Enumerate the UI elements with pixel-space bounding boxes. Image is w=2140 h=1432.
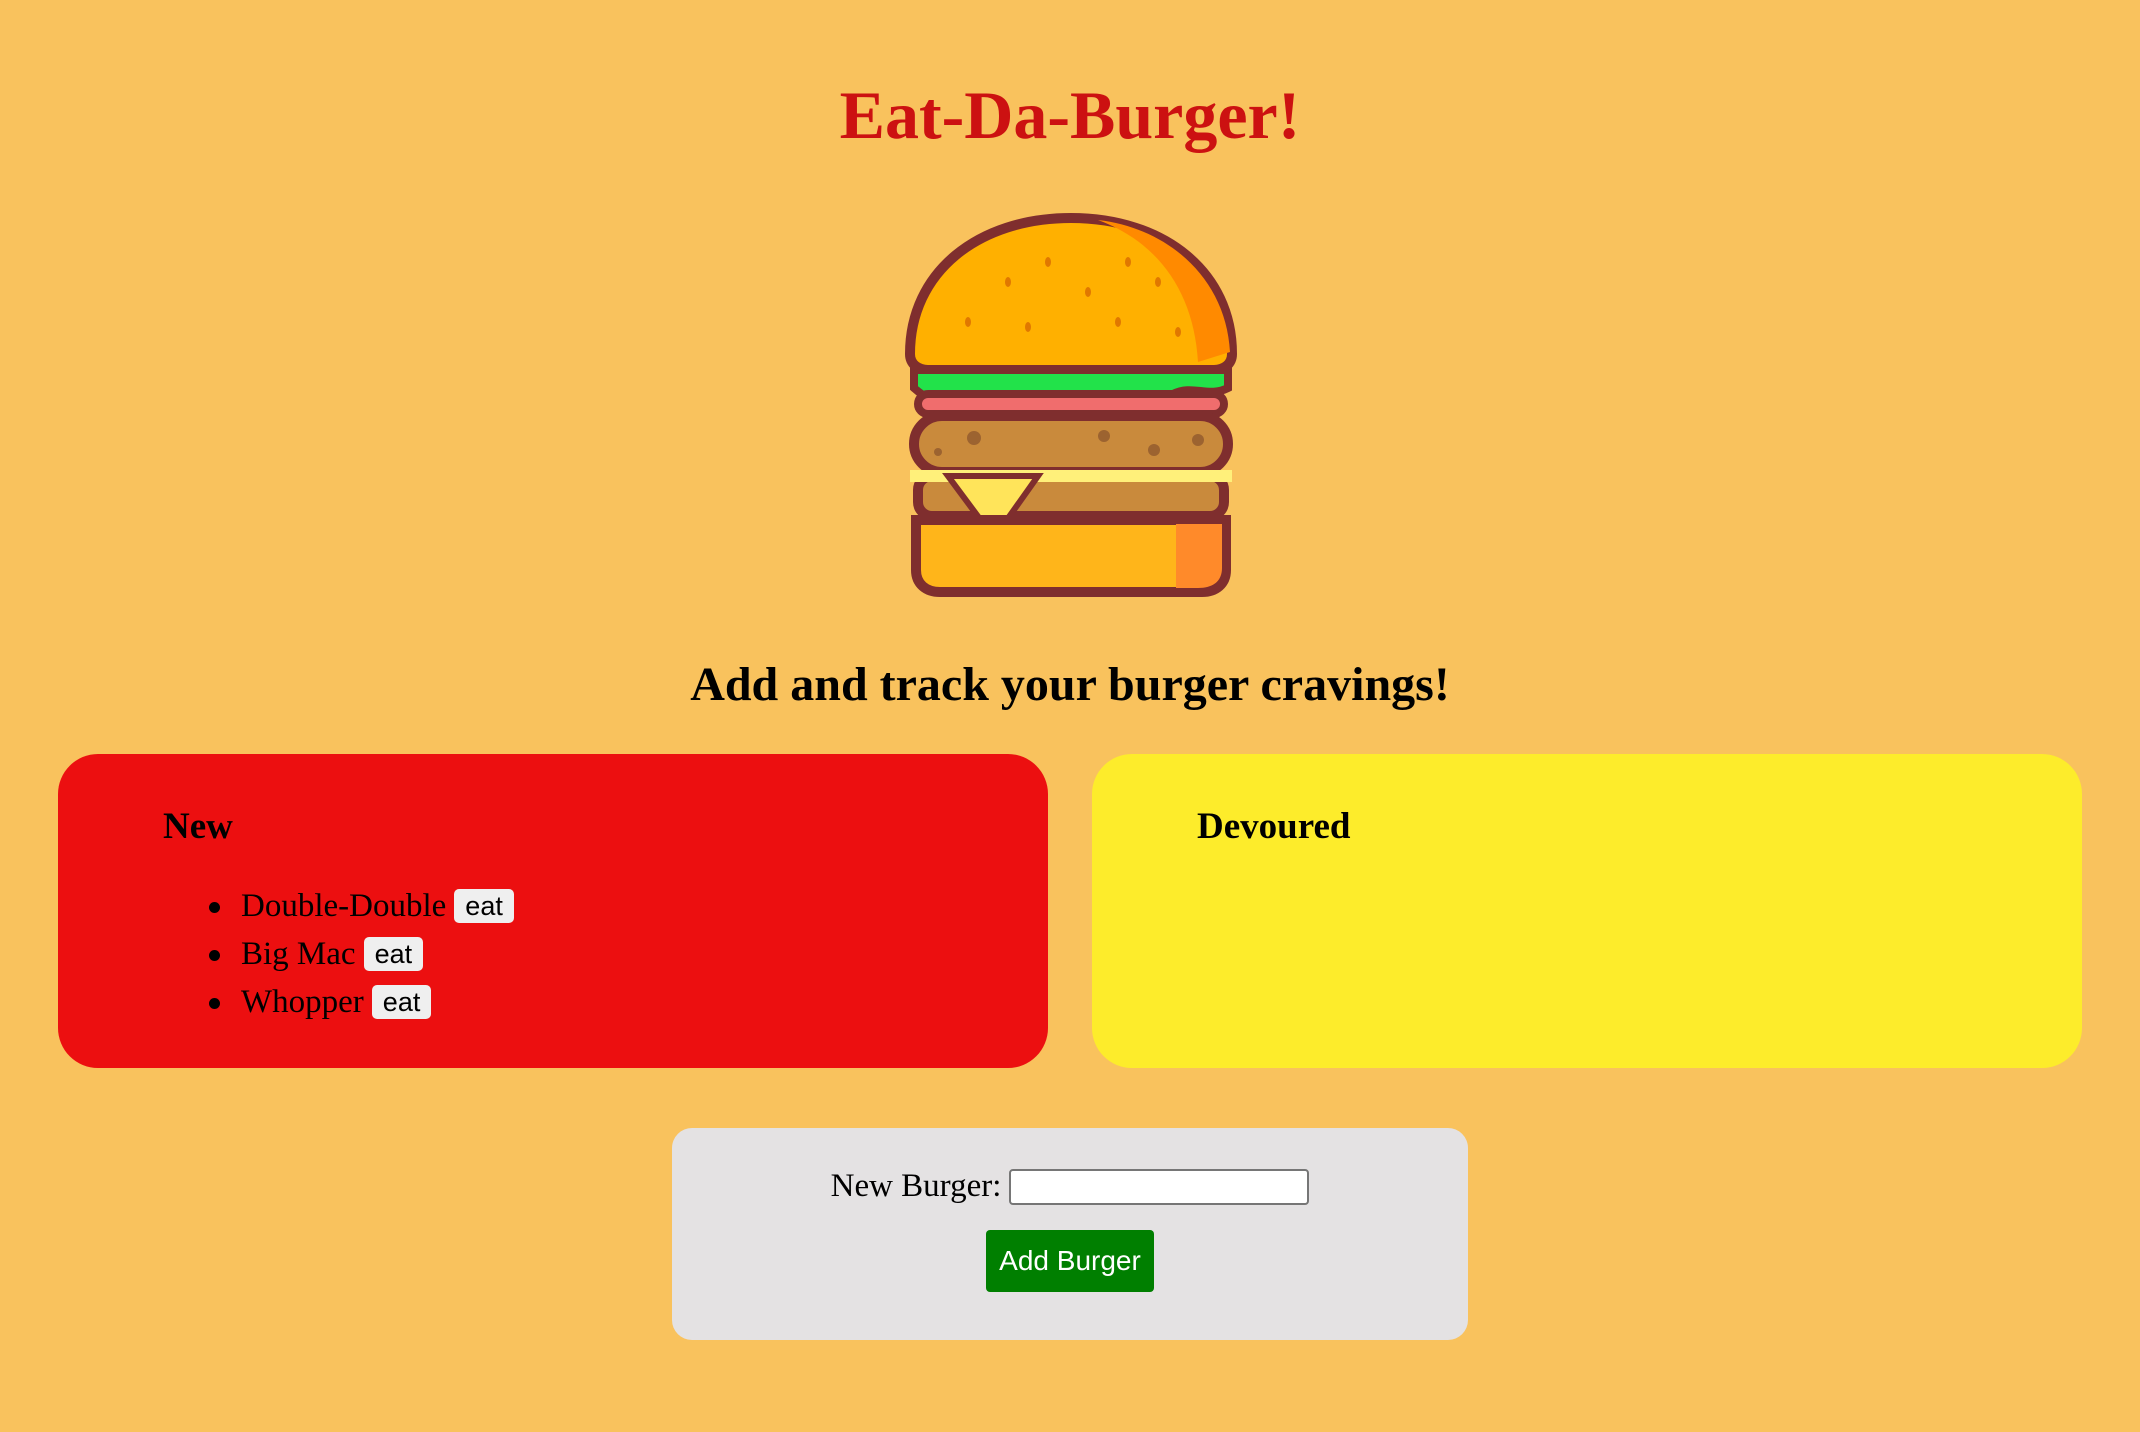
new-burger-row: New Burger: <box>672 1168 1468 1205</box>
burger-name: Big Mac <box>241 936 356 972</box>
burger-name: Whopper <box>241 984 364 1020</box>
bullet-icon <box>209 998 220 1009</box>
list-item: Double-Double eat <box>209 882 514 930</box>
bullet-icon <box>209 902 220 913</box>
eat-button[interactable]: eat <box>454 889 514 923</box>
burger-name: Double-Double <box>241 888 447 924</box>
new-burger-input[interactable] <box>1009 1168 1310 1205</box>
burger-icon <box>904 212 1238 597</box>
devoured-panel-heading: Devoured <box>1197 806 1351 847</box>
list-item: Big Mac eat <box>209 930 514 978</box>
page-title: Eat-Da-Burger! <box>839 77 1301 153</box>
bullet-icon <box>209 950 220 961</box>
new-burgers-panel: New Double-Double eat Big Mac eat Whoppe… <box>58 754 1048 1068</box>
new-burger-form: New Burger: Add Burger <box>672 1128 1468 1340</box>
eat-button[interactable]: eat <box>363 937 424 971</box>
eat-button[interactable]: eat <box>371 985 432 1019</box>
page-subtitle: Add and track your burger cravings! <box>690 658 1450 711</box>
list-item: Whopper eat <box>209 978 514 1026</box>
new-burger-label: New Burger: <box>830 1168 1002 1204</box>
add-burger-button[interactable]: Add Burger <box>986 1230 1154 1292</box>
new-panel-heading: New <box>163 806 233 847</box>
new-burgers-list: Double-Double eat Big Mac eat Whopper ea… <box>163 882 514 1026</box>
devoured-burgers-panel: Devoured <box>1092 754 2082 1068</box>
